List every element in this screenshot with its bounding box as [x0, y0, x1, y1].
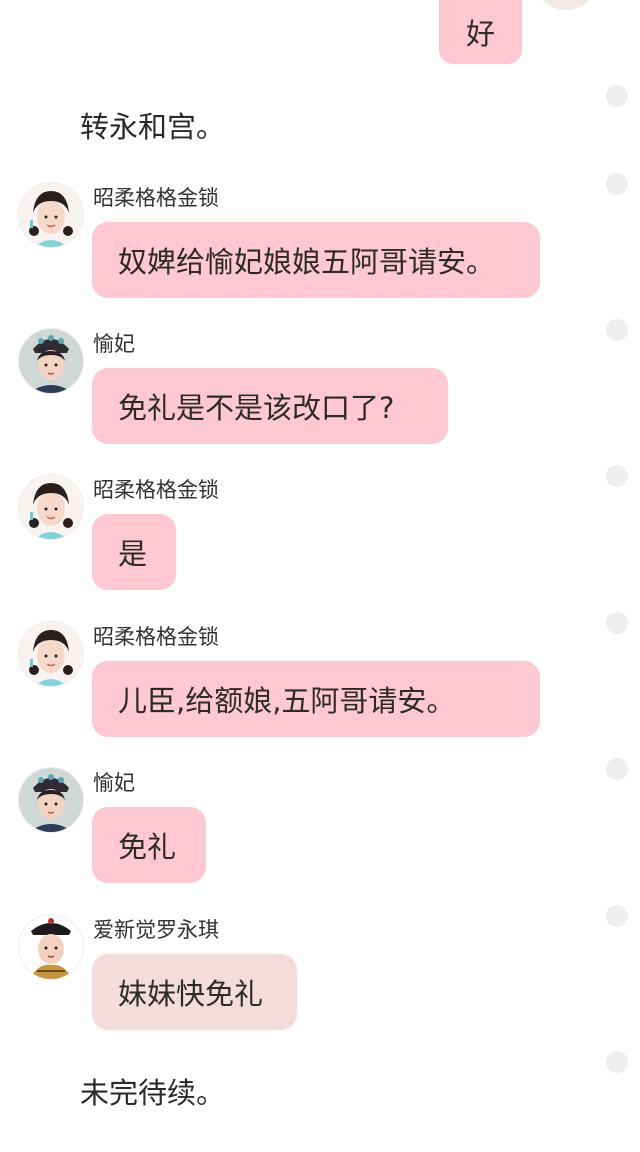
message-bubble[interactable]: 是: [92, 514, 176, 590]
message-text: 妹妹快免礼: [118, 977, 264, 1011]
sender-name: 昭柔格格金锁: [93, 478, 219, 502]
consort-avatar[interactable]: [18, 328, 84, 394]
self-message-bubble[interactable]: 好: [439, 0, 522, 64]
girl-avatar[interactable]: [18, 474, 84, 540]
prince-avatar[interactable]: [18, 914, 84, 980]
self-message-text: 好: [465, 17, 495, 51]
message-text: 奴婢给愉妃娘娘五阿哥请安。: [118, 245, 496, 279]
sender-name: 昭柔格格金锁: [93, 186, 219, 210]
message-text: 儿臣,给额娘,五阿哥请安。: [118, 684, 456, 718]
message-text: 免礼是不是该改口了?: [118, 391, 395, 425]
status-dot: [606, 758, 628, 780]
message-bubble[interactable]: 免礼: [92, 807, 206, 883]
sender-name: 昭柔格格金锁: [93, 625, 219, 649]
girl-avatar[interactable]: [18, 182, 84, 248]
sender-name: 愉妃: [93, 332, 135, 356]
narration-text: 转永和宫。: [80, 110, 226, 144]
self-avatar[interactable]: [533, 0, 599, 10]
status-dot: [606, 612, 628, 634]
consort-avatar[interactable]: [18, 767, 84, 833]
message-bubble[interactable]: 儿臣,给额娘,五阿哥请安。: [92, 661, 540, 737]
message-bubble[interactable]: 奴婢给愉妃娘娘五阿哥请安。: [92, 222, 540, 298]
narration-text: 未完待续。: [80, 1076, 226, 1110]
message-bubble[interactable]: 妹妹快免礼: [92, 954, 297, 1030]
status-dot: [606, 905, 628, 927]
message-bubble[interactable]: 免礼是不是该改口了?: [92, 368, 448, 444]
status-dot: [606, 319, 628, 341]
sender-name: 爱新觉罗永琪: [93, 918, 219, 942]
status-dot: [606, 173, 628, 195]
message-text: 是: [118, 537, 148, 571]
message-text: 免礼: [118, 830, 177, 864]
status-dot: [606, 1051, 628, 1073]
status-dot: [606, 85, 628, 107]
sender-name: 愉妃: [93, 771, 135, 795]
status-dot: [606, 465, 628, 487]
girl-avatar[interactable]: [18, 621, 84, 687]
